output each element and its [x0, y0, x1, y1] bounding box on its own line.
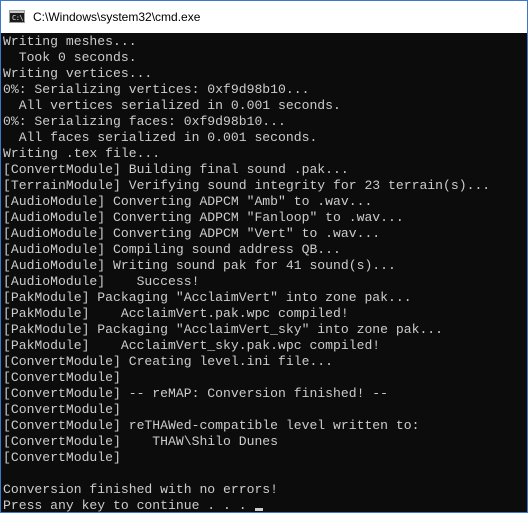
- prompt-line: Press any key to continue . . .: [3, 498, 490, 512]
- console-line: [AudioModule] Converting ADPCM "Fanloop"…: [3, 210, 404, 225]
- console-line: [TerrainModule] Verifying sound integrit…: [3, 178, 491, 193]
- console-line: [ConvertModule] Creating level.ini file.…: [3, 354, 334, 369]
- text-cursor: [255, 508, 264, 511]
- console-line: [ConvertModule]: [3, 450, 121, 465]
- cmd-icon-prompt: C:\: [12, 14, 24, 22]
- prompt-text: Press any key to continue . . .: [3, 498, 255, 512]
- console-line: [PakModule] AcclaimVert.pak.wpc compiled…: [3, 306, 349, 321]
- console-lines: Writing meshes... Took 0 seconds. Writin…: [3, 34, 490, 512]
- console-line: [AudioModule] Converting ADPCM "Amb" to …: [3, 194, 373, 209]
- cmd-icon-bar: [10, 11, 24, 13]
- console-line: [ConvertModule] Building final sound .pa…: [3, 162, 349, 177]
- console-line: [ConvertModule] reTHAWed-compatible leve…: [3, 418, 420, 433]
- console-line: [AudioModule] Compiling sound address QB…: [3, 242, 341, 257]
- console-line: Writing vertices...: [3, 66, 153, 81]
- console-line: Took 0 seconds.: [3, 50, 137, 65]
- console-line: [PakModule] AcclaimVert_sky.pak.wpc comp…: [3, 338, 381, 353]
- console-line: All vertices serialized in 0.001 seconds…: [3, 98, 341, 113]
- console-line: [ConvertModule] -- reMAP: Conversion fin…: [3, 386, 389, 401]
- console-line: [AudioModule] Success!: [3, 274, 200, 289]
- console-line: [PakModule] Packaging "AcclaimVert_sky" …: [3, 322, 444, 337]
- console-output[interactable]: Writing meshes... Took 0 seconds. Writin…: [1, 33, 527, 512]
- console-line: 0%: Serializing faces: 0xf9d98b10...: [3, 114, 286, 129]
- console-line: [ConvertModule] THAW\Shilo Dunes: [3, 434, 279, 449]
- console-line: [PakModule] Packaging "AcclaimVert" into…: [3, 290, 412, 305]
- console-line: Writing .tex file...: [3, 146, 161, 161]
- console-line: Conversion finished with no errors!: [3, 482, 279, 497]
- console-line: [AudioModule] Converting ADPCM "Vert" to…: [3, 226, 381, 241]
- console-line: [ConvertModule]: [3, 402, 121, 417]
- cmd-icon[interactable]: C:\: [9, 10, 25, 23]
- console-line: [AudioModule] Writing sound pak for 41 s…: [3, 258, 396, 273]
- console-line: Writing meshes...: [3, 34, 137, 49]
- window-title: C:\Windows\system32\cmd.exe: [33, 10, 201, 24]
- title-bar[interactable]: C:\ C:\Windows\system32\cmd.exe: [1, 1, 527, 33]
- console-line: All faces serialized in 0.001 seconds.: [3, 130, 318, 145]
- console-line: 0%: Serializing vertices: 0xf9d98b10...: [3, 82, 310, 97]
- cmd-window: C:\ C:\Windows\system32\cmd.exe Writing …: [0, 0, 528, 513]
- console-line: [ConvertModule]: [3, 370, 121, 385]
